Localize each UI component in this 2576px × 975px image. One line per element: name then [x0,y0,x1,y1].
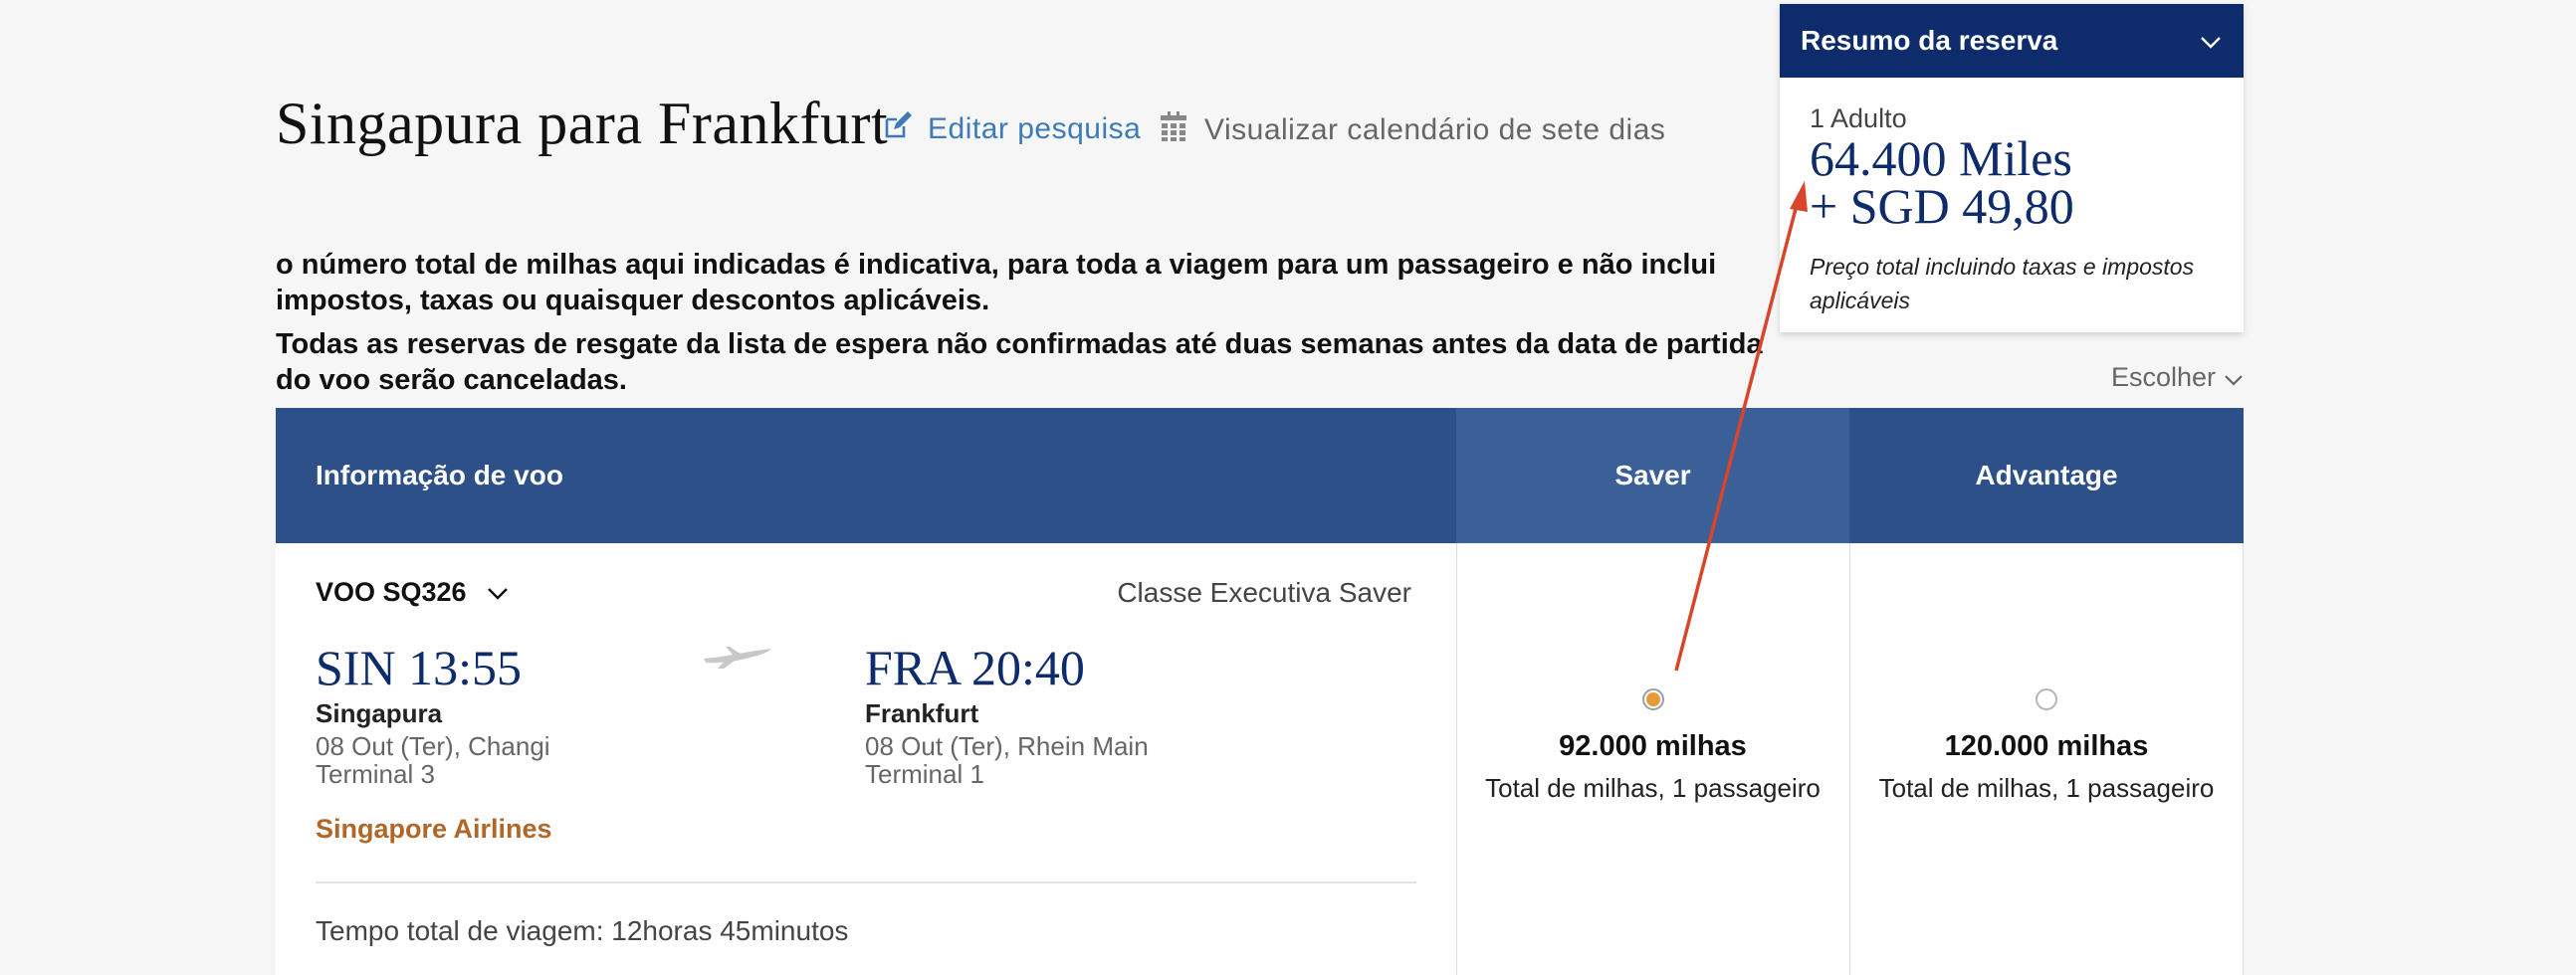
fare-table-header: Informação de voo Saver Advantage [276,408,2244,543]
booking-summary: Resumo da reserva 1 Adulto 64.400 Miles … [1780,4,2244,332]
saver-radio[interactable] [1641,688,1664,710]
arrival-date-airport: 08 Out (Ter), Rhein Main [865,731,1149,761]
miles-notice: o número total de milhas aqui indicadas … [276,249,1717,316]
edit-search-link[interactable]: Editar pesquisa [884,111,1141,147]
plane-icon [702,643,773,676]
total-price-note: Preço total incluindo taxas e impostos a… [1810,254,2195,313]
advantage-miles: 120.000 milhas [1944,730,2149,762]
departure-date-airport: 08 Out (Ter), Changi [316,731,550,761]
flight-number: VOO SQ326 [316,577,467,607]
departure-time: SIN 13:55 [316,640,522,695]
departure-city: Singapura [316,698,443,728]
seven-day-calendar-link[interactable]: Visualizar calendário de sete dias [1161,111,1665,149]
choose-label: Escolher [2110,362,2216,392]
saver-miles: 92.000 milhas [1559,730,1747,762]
booking-summary-title: Resumo da reserva [1801,25,2058,56]
calendar-link-label: Visualizar calendário de sete dias [1204,113,1666,146]
advantage-radio[interactable] [2036,688,2057,710]
booking-summary-header[interactable]: Resumo da reserva [1780,4,2244,78]
saver-header[interactable]: Saver [1456,408,1849,543]
chevron-down-icon [487,577,509,608]
arrival-terminal: Terminal 1 [865,759,984,789]
divider [316,881,1416,883]
flight-number-toggle[interactable]: VOO SQ326 [316,577,509,608]
total-travel-time: Tempo total de viagem: 12horas 45minutos [316,915,849,946]
flight-info-header: Informação de voo [316,460,563,490]
page-title: Singapura para Frankfurt [276,91,889,156]
total-cash: + SGD 49,80 [1810,178,2074,234]
airline-name: Singapore Airlines [316,814,552,844]
saver-fare-cell[interactable]: 92.000 milhas Total de milhas, 1 passage… [1456,543,1849,975]
edit-search-label: Editar pesquisa [928,112,1142,145]
advantage-header[interactable]: Advantage [1849,408,2244,543]
saver-miles-note: Total de milhas, 1 passageiro [1485,773,1821,803]
advantage-miles-note: Total de milhas, 1 passageiro [1878,773,2215,803]
waitlist-notice: Todas as reservas de resgate da lista de… [276,328,1763,396]
departure-terminal: Terminal 3 [316,759,435,789]
advantage-fare-cell[interactable]: 120.000 milhas Total de milhas, 1 passag… [1849,543,2244,975]
total-miles: 64.400 Miles [1810,130,2072,186]
arrival-time: FRA 20:40 [865,640,1085,695]
calendar-icon [1161,111,1186,149]
fare-class: Classe Executiva Saver [1117,577,1411,608]
choose-dropdown[interactable]: Escolher [2111,362,2244,393]
chevron-down-icon [2200,25,2222,57]
arrival-city: Frankfurt [865,698,979,728]
chevron-down-icon [2224,362,2244,393]
edit-icon [884,111,912,147]
flight-row: VOO SQ326 Classe Executiva Saver SIN 13:… [276,543,2244,975]
